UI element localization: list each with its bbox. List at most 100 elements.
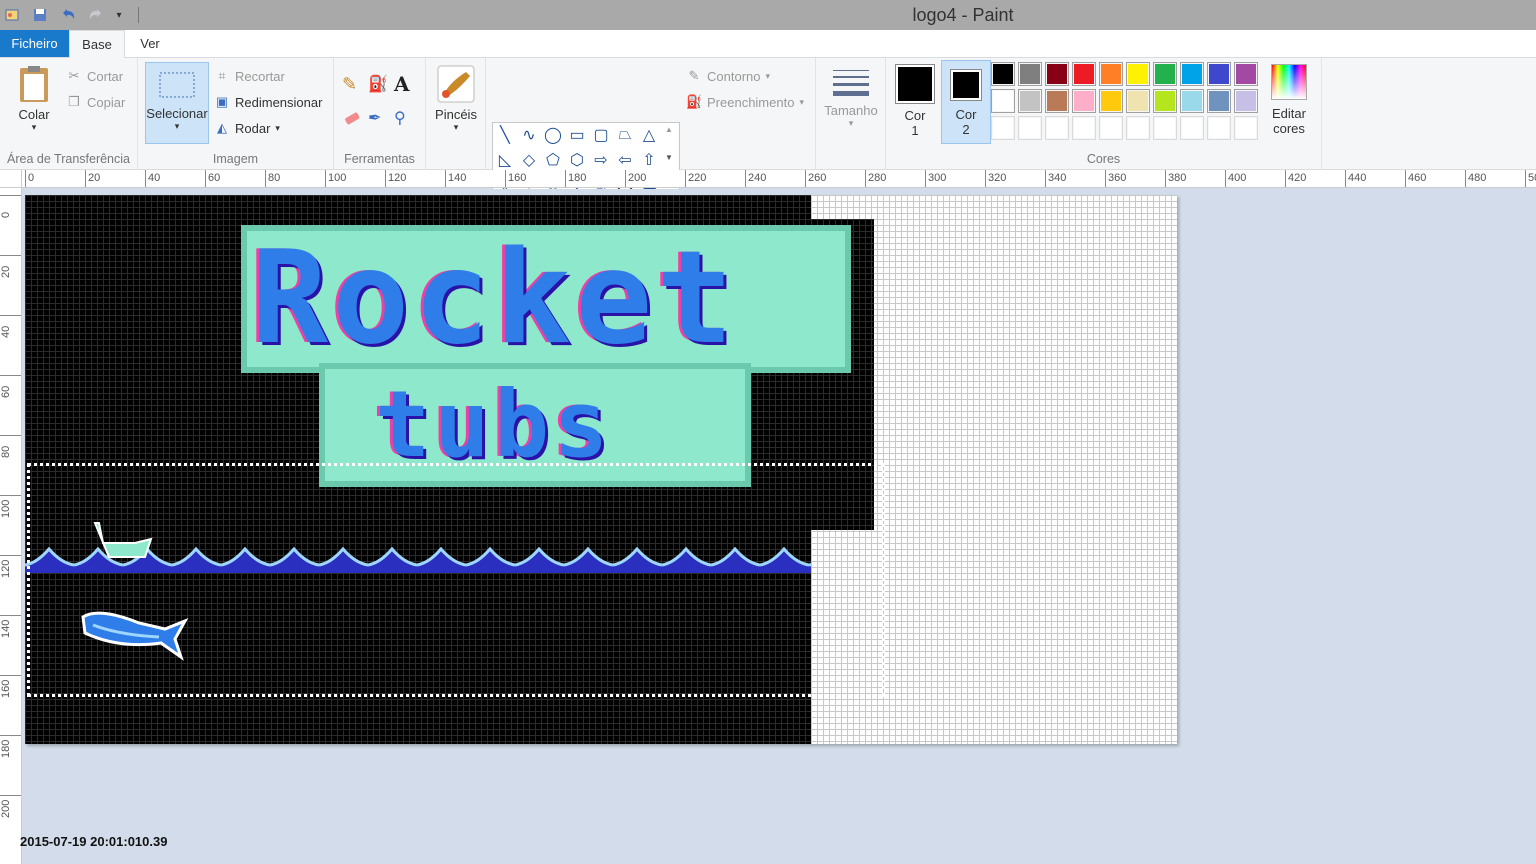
right-arrow-shape-icon[interactable]: ⇨ — [589, 148, 613, 172]
palette-swatch[interactable] — [1153, 89, 1177, 113]
customize-dropdown-icon[interactable]: ▾ — [114, 5, 124, 25]
select-dropdown-icon: ▾ — [174, 121, 180, 131]
selection-marquee[interactable] — [27, 463, 885, 697]
colors-group: Cor 1 Cor 2 Editar cores Cores — [886, 58, 1322, 170]
palette-swatch-fill — [1101, 64, 1121, 84]
palette-swatch[interactable] — [1180, 89, 1204, 113]
fill-button[interactable]: ⛽ Preenchimento ▾ — [686, 92, 804, 112]
gallery-scroll-up-icon[interactable]: ▲ — [665, 125, 673, 134]
palette-swatch[interactable] — [1126, 62, 1150, 86]
palette-swatch[interactable] — [1072, 89, 1096, 113]
palette-swatch[interactable] — [1072, 116, 1096, 140]
text-tool-icon[interactable]: A — [394, 72, 416, 96]
cut-button[interactable]: ✂ Cortar — [66, 66, 124, 86]
paste-button[interactable]: Colar ▾ — [10, 64, 58, 144]
palette-swatch-fill — [1101, 91, 1121, 111]
eraser-icon[interactable] — [342, 108, 364, 130]
outline-icon: ✎ — [688, 68, 700, 83]
palette-swatch[interactable] — [1099, 62, 1123, 86]
triangle-shape-icon[interactable]: △ — [637, 123, 661, 147]
clipboard-group-label: Área de Transferência — [7, 152, 130, 166]
ruler-tick-label: 360 — [1105, 170, 1126, 187]
timestamp-overlay: 2015-07-19 20:01:010.39 — [20, 834, 168, 849]
palette-swatch[interactable] — [1180, 62, 1204, 86]
rounded-rectangle-shape-icon[interactable]: ▢ — [589, 123, 613, 147]
color1-button[interactable]: Cor 1 — [892, 62, 938, 144]
brushes-button[interactable]: Pincéis ▾ — [432, 64, 480, 146]
right-triangle-shape-icon[interactable]: ◺ — [493, 148, 517, 172]
palette-swatch[interactable] — [1045, 89, 1069, 113]
palette-swatch[interactable] — [1207, 116, 1231, 140]
color-picker-icon[interactable]: ✒ — [368, 108, 390, 130]
fill-dropdown-icon: ▾ — [799, 96, 804, 107]
palette-swatch[interactable] — [1207, 62, 1231, 86]
copy-button[interactable]: ❐ Copiar — [66, 92, 125, 112]
palette-swatch[interactable] — [1153, 62, 1177, 86]
palette-swatch[interactable] — [1072, 62, 1096, 86]
color-spectrum-overlay — [1272, 65, 1306, 99]
edit-colors-button[interactable]: Editar cores — [1264, 62, 1314, 144]
palette-swatch-fill — [1236, 91, 1256, 111]
rectangle-shape-icon[interactable]: ▭ — [565, 123, 589, 147]
ruler-tick-label: 0 — [0, 195, 21, 218]
palette-swatch-fill — [1236, 64, 1256, 84]
palette-swatch[interactable] — [1207, 89, 1231, 113]
tab-file[interactable]: Ficheiro — [0, 30, 69, 57]
resize-button[interactable]: ▣ Redimensionar — [214, 92, 323, 112]
tab-view[interactable]: Ver — [128, 30, 172, 58]
size-button[interactable]: Tamanho ▾ — [820, 64, 882, 146]
outline-button[interactable]: ✎ Contorno ▾ — [686, 66, 770, 86]
select-button[interactable]: Selecionar ▾ — [145, 62, 209, 144]
up-arrow-shape-icon[interactable]: ⇧ — [637, 148, 661, 172]
palette-swatch[interactable] — [1126, 89, 1150, 113]
color2-button[interactable]: Cor 2 — [941, 60, 991, 144]
undo-icon[interactable] — [58, 5, 78, 25]
polygon-shape-icon[interactable]: ⏢ — [613, 123, 637, 147]
gallery-scroll-down-icon[interactable]: ▼ — [665, 153, 673, 162]
diamond-shape-icon[interactable]: ◇ — [517, 148, 541, 172]
paint-app-icon[interactable] — [2, 5, 22, 25]
palette-swatch[interactable] — [1099, 89, 1123, 113]
palette-swatch-fill — [1020, 91, 1040, 111]
ruler-tick-label: 120 — [385, 170, 406, 187]
clipboard-icon — [20, 66, 48, 102]
palette-swatch[interactable] — [1018, 116, 1042, 140]
palette-swatch[interactable] — [991, 89, 1015, 113]
ruler-tick-label: 200 — [0, 795, 21, 818]
magnifier-icon[interactable]: ⚲ — [394, 108, 416, 130]
palette-swatch-fill — [1074, 64, 1094, 84]
rotate-button[interactable]: ◭ Rodar ▾ — [214, 118, 280, 138]
ruler-tick-label: 300 — [925, 170, 946, 187]
palette-swatch-fill — [1182, 91, 1202, 111]
ruler-tick-label: 380 — [1165, 170, 1186, 187]
palette-swatch[interactable] — [1045, 116, 1069, 140]
left-arrow-shape-icon[interactable]: ⇦ — [613, 148, 637, 172]
redo-icon[interactable] — [86, 5, 106, 25]
palette-swatch[interactable] — [1018, 89, 1042, 113]
palette-swatch-fill — [1020, 64, 1040, 84]
curve-shape-icon[interactable]: ∿ — [517, 123, 541, 147]
palette-swatch[interactable] — [1153, 116, 1177, 140]
palette-swatch[interactable] — [1126, 116, 1150, 140]
fill-bucket-icon[interactable]: ⛽ — [368, 74, 390, 96]
drawing-canvas[interactable]: Rocket tubs — [25, 195, 1177, 744]
palette-swatch[interactable] — [1234, 62, 1258, 86]
palette-swatch[interactable] — [1099, 116, 1123, 140]
palette-swatch[interactable] — [1234, 89, 1258, 113]
pentagon-shape-icon[interactable]: ⬠ — [541, 148, 565, 172]
hexagon-shape-icon[interactable]: ⬡ — [565, 148, 589, 172]
oval-shape-icon[interactable]: ◯ — [541, 123, 565, 147]
crop-button[interactable]: ⌗ Recortar — [214, 66, 285, 86]
tab-base[interactable]: Base — [69, 30, 125, 59]
color2-label-a: Cor — [955, 107, 977, 122]
pencil-icon[interactable]: ✎ — [342, 74, 364, 96]
save-icon[interactable] — [30, 5, 50, 25]
palette-swatch[interactable] — [1045, 62, 1069, 86]
palette-swatch[interactable] — [991, 62, 1015, 86]
palette-swatch[interactable] — [1018, 62, 1042, 86]
line-shape-icon[interactable]: ╲ — [493, 123, 517, 147]
ruler-tick-label: 340 — [1045, 170, 1066, 187]
palette-swatch[interactable] — [1180, 116, 1204, 140]
palette-swatch[interactable] — [991, 116, 1015, 140]
palette-swatch[interactable] — [1234, 116, 1258, 140]
